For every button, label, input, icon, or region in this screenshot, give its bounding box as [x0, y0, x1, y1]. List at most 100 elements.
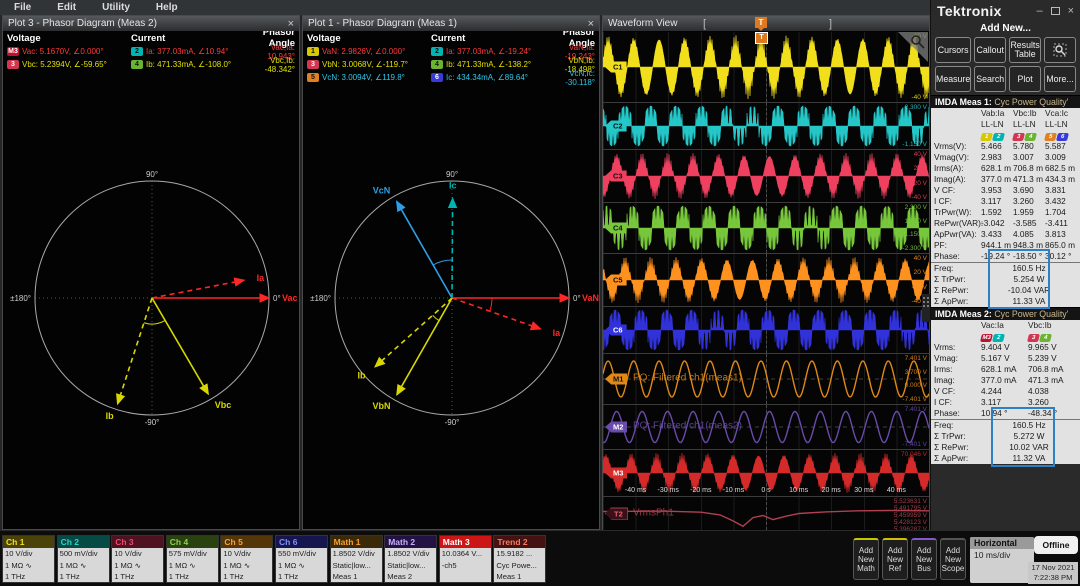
selection-highlight [991, 407, 1055, 467]
source-badge: 4 [131, 60, 143, 69]
waveform-row-m2[interactable]: M2 PQ: Filtered ch1(meas2) 7.401 V -7.401 V [603, 405, 929, 450]
badge-ch-3[interactable]: Ch 3 10 V/div 1 MΩ ∿ 1 THz [111, 535, 165, 583]
badge-math-1[interactable]: Math 1 1.8502 V/div Static|low... Meas 1 [329, 535, 383, 583]
meas-value: 3.009 [1045, 152, 1066, 162]
scale-label: 3.700 V [904, 368, 927, 376]
window-titlebar: Tektronix – × [931, 0, 1080, 22]
badge-line: 500 mV/div [59, 549, 98, 558]
results-table-button[interactable]: Results Table [1009, 37, 1042, 63]
zoom-corner-icon[interactable] [898, 32, 928, 62]
voltage-value: VaN: 2.9826V, ∠0.000° [322, 47, 406, 56]
badge-math-3[interactable]: Math 3 10.0364 V... -ch5 [438, 535, 492, 583]
add-new-math-button[interactable]: Add New Math [853, 538, 879, 580]
close-icon[interactable]: × [288, 18, 294, 30]
panel-drag-handle[interactable] [922, 294, 930, 322]
badge-ch-4[interactable]: Ch 4 575 mV/div 1 MΩ ∿ 1 THz [165, 535, 219, 583]
minimize-button[interactable]: – [1036, 5, 1042, 17]
waveform-row-c4[interactable]: C4 2.300 V 1.150 V -1.150 V -2.300 V [603, 203, 929, 254]
meas-value: 3.117 [981, 196, 1002, 206]
scale-label: -7.401 V [902, 395, 927, 403]
badge-ch-5[interactable]: Ch 5 10 V/div 1 MΩ ∿ 1 THz [220, 535, 274, 583]
add-new-bus-button[interactable]: Add New Bus [911, 538, 937, 580]
waveform-row-c3[interactable]: C3 40 V 20 V -20 V -40 V [603, 150, 929, 203]
badge-line: 575 mV/div [168, 549, 207, 558]
waveform-row-c1[interactable]: C1 -20 V -40 VT [603, 32, 929, 103]
meas-value: 377.0 mA [981, 375, 1017, 385]
callout-button[interactable]: Callout [974, 37, 1007, 63]
horizontal-panel[interactable]: Horizontal 10 ms/div [970, 537, 1034, 583]
waveform-traces[interactable]: C1 -20 V -40 V T C2 2.300 V -1.150 V C3 40 V 20 V… [603, 32, 929, 531]
menu-item-file[interactable]: File [14, 2, 31, 13]
source-badge: 2 [992, 334, 1005, 342]
more--button[interactable]: More... [1044, 66, 1076, 92]
waveform-row-c6[interactable]: C6 [603, 307, 929, 354]
meas-row-label: Vmag(V): [934, 152, 970, 162]
add-new-scope-button[interactable]: Add New Scope [940, 538, 966, 580]
summary-label: Σ ApPwr: [934, 453, 969, 463]
waveform-row-c5[interactable]: C5 40 V 20 V -20 V -40 V [603, 254, 929, 307]
meas-value: 1.959 [1013, 207, 1034, 217]
sub-header: LL-LN [1013, 119, 1036, 129]
zoom-overlay-button[interactable] [1044, 37, 1076, 63]
window-close-button[interactable]: × [1068, 5, 1074, 17]
trigger-position-icon[interactable]: T [755, 17, 767, 31]
badge-line: 1 MΩ ∿ [223, 560, 251, 570]
meas-row: V CF: 3.953 3.690 3.831 [931, 185, 1080, 196]
trigger-level-marker[interactable]: T [755, 32, 768, 44]
meas-value: 3.831 [1045, 185, 1066, 195]
waveform-row-c2[interactable]: C2 2.300 V -1.150 V [603, 103, 929, 150]
menu-bar: File Edit Utility Help [0, 0, 930, 15]
horizontal-title: Horizontal [970, 537, 1034, 549]
current-value: Ia: 377.03mA, ∠-19.24° [446, 47, 532, 56]
menu-item-help[interactable]: Help [156, 2, 178, 13]
plot3-phasor-chart: 90° -90° 0° ±180° Vac Ia Vbc Ib [10, 170, 297, 427]
plot-button[interactable]: Plot [1009, 66, 1042, 92]
badge-title: Math 2 [385, 536, 437, 548]
meas-row-label: Irms: [934, 364, 953, 374]
col-header: Vab:Ia [981, 108, 1005, 118]
waveform-view-header[interactable]: Waveform View [ T ] [603, 16, 929, 31]
badge-math-2[interactable]: Math 2 1.8502 V/div Static|low... Meas 2 [384, 535, 438, 583]
badge-line: 1.8502 V/div [332, 549, 375, 558]
zoom-bracket-left[interactable]: [ [703, 18, 706, 30]
meas-col-headers: Vab:Ia Vbc:Ib Vca:Ic [931, 108, 1080, 119]
badge-trend-2[interactable]: Trend 2 15.9182 ... Cyc Powe... Meas 1 [493, 535, 547, 583]
meas-row: Irms: 628.1 mA 706.8 mA [931, 364, 1080, 375]
cursors-button[interactable]: Cursors [935, 37, 972, 63]
search-button[interactable]: Search [974, 66, 1007, 92]
source-badge: 4 [431, 60, 443, 69]
svg-text:VbN: VbN [372, 401, 390, 411]
close-icon[interactable]: × [588, 18, 594, 30]
badge-line: 10.0364 V... [441, 549, 483, 558]
measure-button[interactable]: Measure [935, 66, 972, 92]
waveform-row-t2[interactable]: T2 VrmsPh1 5.523631 V 5.491795 V 5.459959 V5… [603, 497, 929, 531]
plot1-header[interactable]: Plot 1 - Phasor Diagram (Meas 1) × [303, 16, 599, 31]
badge-line: Cyc Powe... [496, 560, 537, 570]
menu-item-edit[interactable]: Edit [57, 2, 76, 13]
badge-line: 1 MΩ ∿ [5, 560, 32, 570]
phasor-angle-value: Vbc,Ib: -48.342° [264, 55, 295, 74]
meas-row-label: V CF: [934, 185, 956, 195]
badge-ch-1[interactable]: Ch 1 10 V/div 1 MΩ ∿ 1 THz [2, 535, 55, 583]
add-new-ref-button[interactable]: Add New Ref [882, 538, 908, 580]
waveform-row-m1[interactable]: M1 PQ: Filtered ch1(meas1) 7.401 V 3.700 V0… [603, 354, 929, 405]
badge-body: 10 V/div 1 MΩ ∿ 1 THz [112, 548, 164, 582]
waveform-row-m3[interactable]: M3 70.046 V -40 ms -30 ms -20 ms -10 ms 0 s 10 … [603, 450, 929, 497]
menu-item-utility[interactable]: Utility [102, 2, 130, 13]
restore-button[interactable] [1050, 2, 1060, 20]
meas1-title: IMDA Meas 1: [935, 97, 995, 107]
meas-row: Imag: 377.0 mA 471.3 mA [931, 375, 1080, 386]
svg-text:-90°: -90° [445, 418, 460, 427]
zoom-bracket-right[interactable]: ] [829, 18, 832, 30]
badge-ch-6[interactable]: Ch 6 550 mV/div 1 MΩ ∿ 1 THz [275, 535, 328, 583]
plot3-title: Plot 3 - Phasor Diagram (Meas 2) [8, 18, 157, 29]
plot3-header[interactable]: Plot 3 - Phasor Diagram (Meas 2) × [3, 16, 299, 31]
source-badge: M3 [7, 47, 19, 56]
offline-button[interactable]: Offline [1034, 536, 1078, 554]
svg-text:VaN: VaN [582, 293, 599, 303]
scale-label: 40 V [913, 151, 927, 158]
meas1-header[interactable]: IMDA Meas 1: Cyc Power Quality' [931, 95, 1080, 108]
badge-ch-2[interactable]: Ch 2 500 mV/div 1 MΩ ∿ 1 THz [56, 535, 110, 583]
badge-title: Ch 1 [3, 536, 54, 548]
badge-line: 10 V/div [114, 549, 142, 558]
